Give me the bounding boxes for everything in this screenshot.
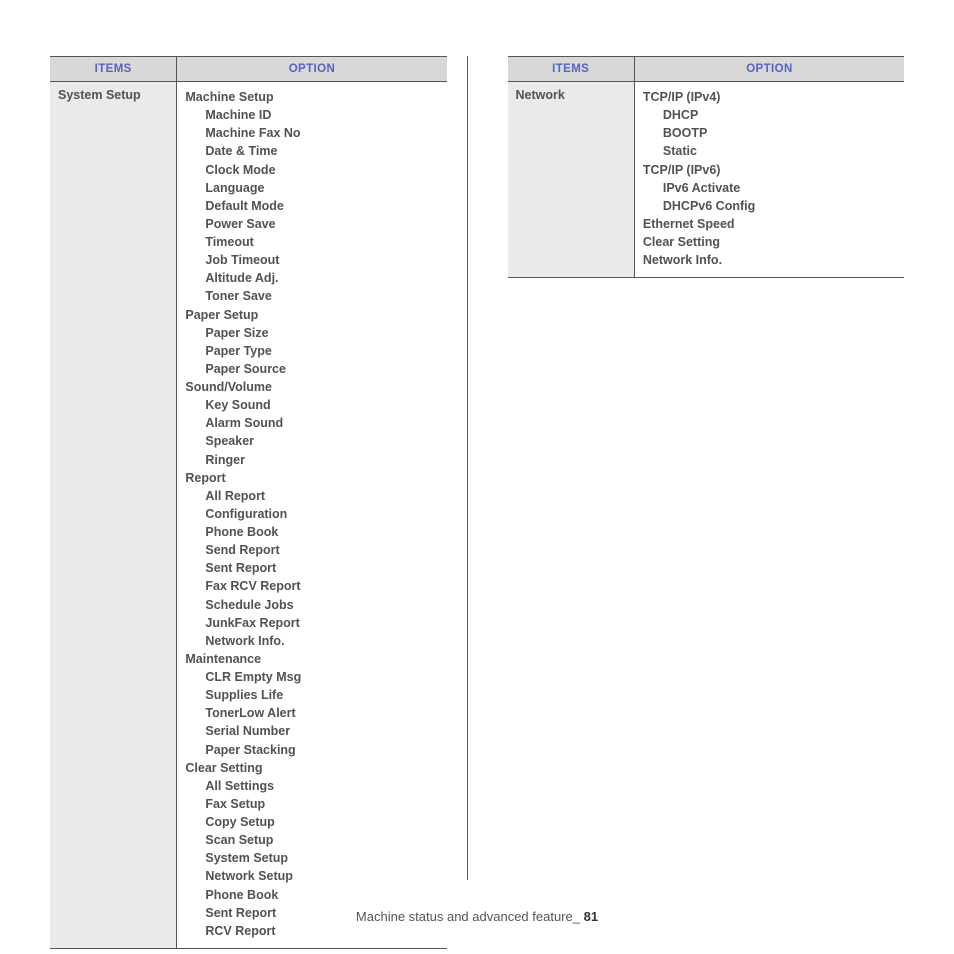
option-item: TCP/IP (IPv4) [643,88,896,106]
option-item: JunkFax Report [185,614,438,632]
option-item: TonerLow Alert [185,704,438,722]
option-item: RCV Report [185,922,438,940]
option-item: Speaker [185,432,438,450]
option-item: Network Info. [643,251,896,269]
option-item: Paper Stacking [185,741,438,759]
option-item: Machine ID [185,106,438,124]
option-item: Alarm Sound [185,414,438,432]
option-item: Clear Setting [643,233,896,251]
option-item: Language [185,179,438,197]
option-cell: Machine SetupMachine IDMachine Fax NoDat… [177,82,447,949]
option-item: IPv6 Activate [643,179,896,197]
option-item: BOOTP [643,124,896,142]
page-footer: Machine status and advanced feature_ 81 [0,909,954,924]
option-item: Fax RCV Report [185,577,438,595]
option-item: Static [643,142,896,160]
header-option: OPTION [634,57,904,82]
option-item: Supplies Life [185,686,438,704]
system-setup-table: ITEMS OPTION System Setup Machine SetupM… [50,56,447,949]
item-cell: Network [508,82,635,278]
option-item: Date & Time [185,142,438,160]
option-item: Paper Setup [185,306,438,324]
option-item: Phone Book [185,886,438,904]
option-item: Serial Number [185,722,438,740]
option-item: Key Sound [185,396,438,414]
option-item: All Report [185,487,438,505]
option-item: Network Info. [185,632,438,650]
header-option: OPTION [177,57,447,82]
option-item: Maintenance [185,650,438,668]
option-item: TCP/IP (IPv6) [643,161,896,179]
option-item: Timeout [185,233,438,251]
network-table: ITEMS OPTION Network TCP/IP (IPv4)DHCPBO… [508,56,905,278]
option-item: System Setup [185,849,438,867]
option-item: Paper Type [185,342,438,360]
option-cell: TCP/IP (IPv4)DHCPBOOTPStaticTCP/IP (IPv6… [634,82,904,278]
option-item: Paper Source [185,360,438,378]
option-item: Send Report [185,541,438,559]
option-item: Machine Fax No [185,124,438,142]
option-item: Scan Setup [185,831,438,849]
option-item: Network Setup [185,867,438,885]
option-item: Job Timeout [185,251,438,269]
option-item: CLR Empty Msg [185,668,438,686]
right-column: ITEMS OPTION Network TCP/IP (IPv4)DHCPBO… [508,56,905,880]
option-item: Toner Save [185,287,438,305]
option-item: Power Save [185,215,438,233]
option-item: All Settings [185,777,438,795]
option-item: Altitude Adj. [185,269,438,287]
option-item: Clock Mode [185,161,438,179]
footer-text: Machine status and advanced feature_ [356,909,580,924]
option-item: Schedule Jobs [185,596,438,614]
option-item: Ethernet Speed [643,215,896,233]
left-column: ITEMS OPTION System Setup Machine SetupM… [50,56,468,880]
option-item: Copy Setup [185,813,438,831]
option-item: Sent Report [185,559,438,577]
option-item: DHCP [643,106,896,124]
page-content: ITEMS OPTION System Setup Machine SetupM… [0,0,954,880]
option-item: DHCPv6 Config [643,197,896,215]
header-items: ITEMS [508,57,635,82]
item-cell: System Setup [50,82,177,949]
option-item: Ringer [185,451,438,469]
option-item: Default Mode [185,197,438,215]
option-item: Machine Setup [185,88,438,106]
option-item: Clear Setting [185,759,438,777]
option-item: Sound/Volume [185,378,438,396]
option-item: Configuration [185,505,438,523]
option-item: Fax Setup [185,795,438,813]
option-item: Paper Size [185,324,438,342]
option-item: Report [185,469,438,487]
header-items: ITEMS [50,57,177,82]
page-number: 81 [584,909,598,924]
option-item: Phone Book [185,523,438,541]
